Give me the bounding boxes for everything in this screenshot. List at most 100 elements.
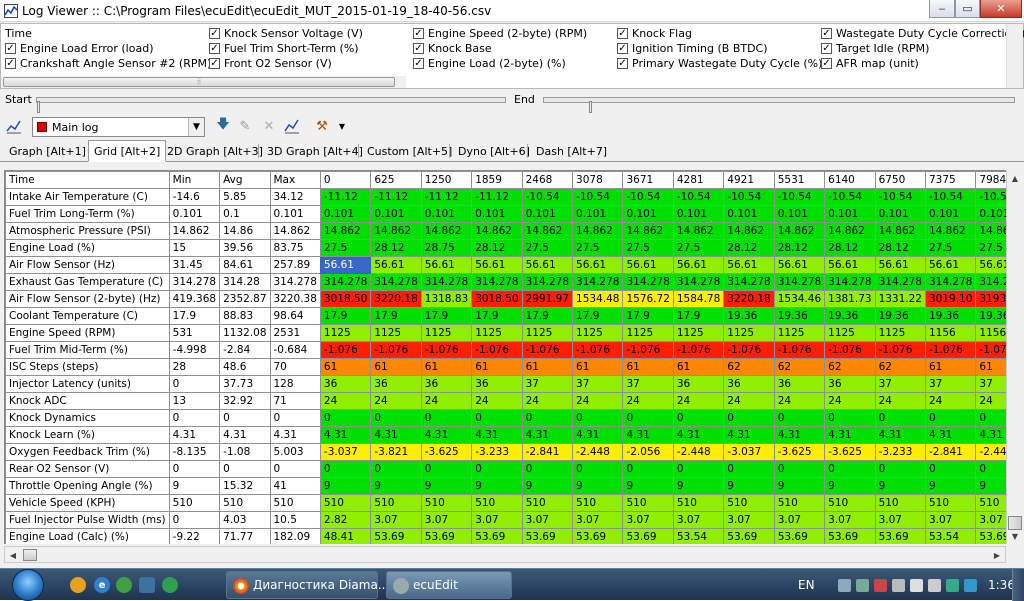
grid-value-cell[interactable]: 3018.50 [319, 290, 372, 308]
grid-value-cell[interactable]: -2.448 [572, 443, 624, 461]
channel-checkbox[interactable]: ✓ [821, 43, 832, 54]
grid-value-cell[interactable]: 0 [874, 409, 926, 427]
table-row[interactable]: Throttle Opening Angle (%) 9 15.32 41 9 9 9 9 9 9… [5, 477, 1006, 495]
channel-item[interactable]: ✓ Engine Load Error (load) [5, 41, 153, 56]
grid-value-cell[interactable]: 53.69 [975, 528, 1006, 544]
grid-value-cell[interactable]: 36 [471, 375, 523, 393]
grid-value-cell[interactable]: 17.9 [521, 307, 574, 325]
grid-value-cell[interactable]: 24 [622, 392, 674, 410]
grid-value-cell[interactable]: 2.82 [319, 511, 372, 529]
grid-value-cell[interactable]: 24 [319, 392, 372, 410]
grid-value-cell[interactable]: 56.61 [319, 256, 372, 274]
grid-value-cell[interactable]: 3.07 [471, 511, 523, 529]
grid-time-header-cell[interactable]: 2468 [521, 171, 574, 189]
grid-time-header-cell[interactable]: 0 [319, 171, 372, 189]
grid-value-cell[interactable]: 0 [924, 460, 977, 478]
table-row[interactable]: Intake Air Temperature (C) -14.6 5.85 34.12… [5, 188, 1006, 206]
grid-value-cell[interactable]: 1125 [723, 324, 775, 342]
ie-icon[interactable]: e [94, 577, 110, 593]
grid-value-cell[interactable]: 24 [924, 392, 977, 410]
grid-value-cell[interactable]: 9 [420, 477, 473, 495]
title-bar[interactable]: Log Viewer :: C:\Program Files\ecuEdit\e… [0, 0, 1024, 22]
grid-value-cell[interactable]: 56.61 [521, 256, 574, 274]
grid-value-cell[interactable]: 17.9 [572, 307, 624, 325]
grid-value-cell[interactable]: 14.862 [924, 222, 977, 240]
grid-value-cell[interactable]: 314.278 [319, 273, 372, 291]
grid-value-cell[interactable]: 0 [471, 409, 523, 427]
grid-value-cell[interactable]: 3.07 [773, 511, 826, 529]
grid-value-cell[interactable]: 61 [319, 358, 372, 376]
table-row[interactable]: ISC Steps (steps) 28 48.6 70 61 61 61 61 61 61 61 6… [5, 358, 1006, 376]
start-button[interactable] [12, 569, 44, 601]
grid-value-cell[interactable]: 1125 [319, 324, 372, 342]
tools-dropdown-icon[interactable]: ▼ [333, 117, 351, 135]
tab-1[interactable]: Graph [Alt+1] [4, 142, 91, 161]
channel-checkbox[interactable]: ✓ [617, 28, 628, 39]
grid-value-cell[interactable]: -10.54 [672, 188, 725, 206]
channel-checkbox[interactable]: ✓ [821, 28, 832, 39]
grid-value-cell[interactable]: 1125 [622, 324, 674, 342]
grid-value-cell[interactable]: 24 [370, 392, 422, 410]
table-row[interactable]: Knock Learn (%) 4.31 4.31 4.31 4.31 4.31 4.31 4… [5, 426, 1006, 444]
grid-value-cell[interactable]: -1.076 [723, 341, 775, 359]
grid-time-header-cell[interactable]: 6140 [824, 171, 876, 189]
channel-checkbox[interactable]: ✓ [413, 28, 424, 39]
channel-item[interactable]: ✓ Engine Load (2-byte) (%) [413, 56, 566, 71]
grid-value-cell[interactable]: -10.54 [773, 188, 826, 206]
grid-value-cell[interactable]: 510 [622, 494, 674, 512]
chevron-down-icon[interactable]: ▼ [188, 118, 204, 136]
grid-value-cell[interactable]: 3220.18 [370, 290, 422, 308]
grid-value-cell[interactable]: 28.12 [874, 239, 926, 257]
chart-icon[interactable] [283, 117, 301, 135]
grid-value-cell[interactable]: 61 [471, 358, 523, 376]
table-row[interactable]: Vehicle Speed (KPH) 510 510 510 510 510 510 510… [5, 494, 1006, 512]
grid-header-cell[interactable]: Time [5, 171, 170, 189]
grid-value-cell[interactable]: 314.278 [370, 273, 422, 291]
grid-value-cell[interactable]: 48.41 [319, 528, 372, 544]
grid-value-cell[interactable]: 3.07 [824, 511, 876, 529]
grid-value-cell[interactable]: -10.54 [975, 188, 1006, 206]
battery-icon[interactable] [946, 579, 959, 592]
grid-value-cell[interactable]: 3193.06 [975, 290, 1006, 308]
end-slider-handle[interactable] [589, 101, 592, 113]
device-icon[interactable] [856, 579, 869, 592]
grid-value-cell[interactable]: 14.862 [572, 222, 624, 240]
grid-value-cell[interactable]: 3.07 [521, 511, 574, 529]
scroll-up-icon[interactable]: ▲ [1007, 170, 1023, 186]
grid-value-cell[interactable]: -10.54 [521, 188, 574, 206]
grid-value-cell[interactable]: 56.61 [874, 256, 926, 274]
grid-header-cell[interactable]: Max [269, 171, 321, 189]
table-row[interactable]: Air Flow Sensor (Hz) 31.45 84.61 257.89 56.6… [5, 256, 1006, 274]
grid-value-cell[interactable]: 4.31 [420, 426, 473, 444]
grid-value-cell[interactable]: 56.61 [975, 256, 1006, 274]
grid-hscroll-thumb[interactable] [23, 549, 37, 561]
channel-checkbox[interactable]: ✓ [209, 58, 220, 69]
grid-value-cell[interactable]: -2.841 [924, 443, 977, 461]
grid-value-cell[interactable]: 4.31 [723, 426, 775, 444]
grid-value-cell[interactable]: 9 [723, 477, 775, 495]
channel-item[interactable]: Time [5, 26, 32, 41]
grid-value-cell[interactable]: -1.076 [521, 341, 574, 359]
grid-value-cell[interactable]: 53.54 [924, 528, 977, 544]
grid-value-cell[interactable]: 14.862 [622, 222, 674, 240]
table-row[interactable]: Knock Dynamics00000000000000000000 [5, 409, 1006, 427]
grid-value-cell[interactable]: 56.61 [622, 256, 674, 274]
grid-time-header-cell[interactable]: 6750 [874, 171, 926, 189]
grid-value-cell[interactable]: 0 [672, 409, 725, 427]
table-row[interactable]: Coolant Temperature (C) 17.9 88.83 98.64 17.… [5, 307, 1006, 325]
bluetooth-icon[interactable] [964, 579, 977, 592]
app-circle-icon[interactable] [162, 577, 178, 593]
grid-value-cell[interactable]: -3.821 [370, 443, 422, 461]
grid-value-cell[interactable]: 17.9 [420, 307, 473, 325]
grid-value-cell[interactable]: 14.862 [874, 222, 926, 240]
grid-value-cell[interactable]: 9 [975, 477, 1006, 495]
grid-value-cell[interactable]: 62 [874, 358, 926, 376]
grid-value-cell[interactable]: 36 [824, 375, 876, 393]
grid-value-cell[interactable]: -10.54 [924, 188, 977, 206]
grid-value-cell[interactable]: -1.076 [874, 341, 926, 359]
grid-value-cell[interactable]: -2.841 [521, 443, 574, 461]
grid-time-header-cell[interactable]: 7375 [924, 171, 977, 189]
grid-value-cell[interactable]: 61 [622, 358, 674, 376]
channel-item[interactable]: ✓ Ignition Timing (B BTDC) [617, 41, 768, 56]
grid-value-cell[interactable]: 4.31 [319, 426, 372, 444]
